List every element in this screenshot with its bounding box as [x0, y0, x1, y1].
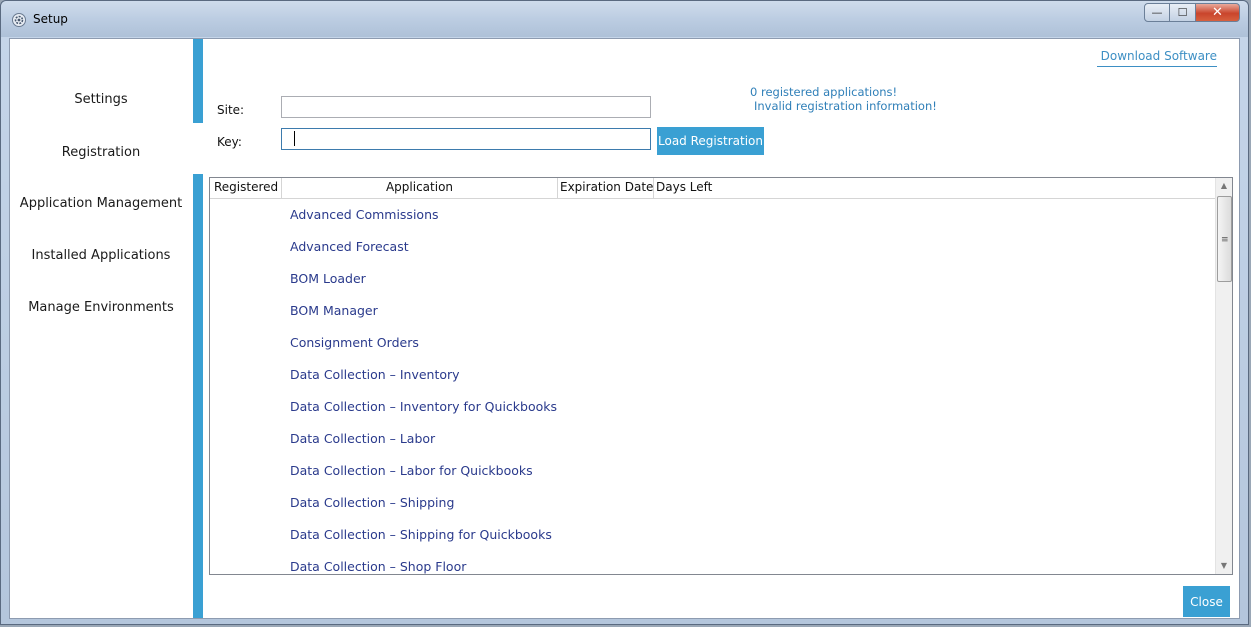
- close-button[interactable]: Close: [1183, 586, 1230, 617]
- minimize-icon: —: [1151, 6, 1163, 19]
- column-header-registered[interactable]: Registered: [210, 178, 282, 198]
- table-row[interactable]: Data Collection – Labor for Quickbooks: [210, 455, 1217, 487]
- column-header-expiration-date[interactable]: Expiration Date: [558, 178, 654, 198]
- close-icon: ✕: [1212, 5, 1223, 20]
- scroll-down-icon[interactable]: ▼: [1216, 558, 1232, 574]
- nav-accent-bar-top: [193, 39, 203, 123]
- grid-header: Registered Application Expiration Date D…: [210, 178, 1217, 199]
- column-header-days-left[interactable]: Days Left: [654, 178, 714, 198]
- registration-status: 0 registered applications! Invalid regis…: [750, 85, 937, 113]
- sidebar-nav: Settings Registration Application Manage…: [10, 39, 192, 618]
- title-bar[interactable]: Setup — ☐ ✕: [1, 1, 1248, 37]
- table-row[interactable]: Data Collection – Labor: [210, 423, 1217, 455]
- nav-accent-bar-bottom: [193, 174, 203, 618]
- load-registration-button[interactable]: Load Registration: [657, 127, 764, 155]
- sidebar-item-manage-environments[interactable]: Manage Environments: [10, 300, 192, 315]
- table-row[interactable]: BOM Loader: [210, 263, 1217, 295]
- column-header-application[interactable]: Application: [282, 178, 558, 198]
- status-invalid-info: Invalid registration information!: [754, 99, 937, 113]
- grip-icon: ≡: [1221, 235, 1229, 245]
- sidebar-item-label: Registration: [61, 145, 141, 160]
- text-caret: [294, 131, 295, 146]
- window-controls: — ☐ ✕: [1144, 3, 1240, 23]
- status-registered-count: 0 registered applications!: [750, 85, 898, 99]
- site-label: Site:: [217, 103, 245, 117]
- sidebar-item-installed-applications[interactable]: Installed Applications: [10, 248, 192, 263]
- sidebar-item-label: Application Management: [19, 196, 183, 211]
- client-area: Settings Registration Application Manage…: [9, 38, 1240, 619]
- scrollbar-thumb[interactable]: ≡: [1217, 196, 1232, 282]
- maximize-button[interactable]: ☐: [1170, 3, 1196, 22]
- sidebar-item-label: Manage Environments: [28, 300, 174, 315]
- key-input[interactable]: [281, 128, 651, 150]
- table-row[interactable]: Data Collection – Shop Floor: [210, 551, 1217, 574]
- table-row[interactable]: Data Collection – Inventory for Quickboo…: [210, 391, 1217, 423]
- applications-grid: Registered Application Expiration Date D…: [209, 177, 1233, 575]
- site-input[interactable]: [281, 96, 651, 118]
- sidebar-item-label: Installed Applications: [31, 248, 171, 263]
- maximize-icon: ☐: [1177, 6, 1188, 19]
- download-software-link[interactable]: Download Software: [1097, 49, 1217, 67]
- key-label: Key:: [217, 135, 242, 149]
- sidebar-item-application-management[interactable]: Application Management: [10, 196, 192, 211]
- minimize-button[interactable]: —: [1144, 3, 1170, 22]
- gear-icon: [12, 13, 26, 27]
- sidebar-item-label: Settings: [74, 92, 128, 107]
- close-window-button[interactable]: ✕: [1196, 3, 1240, 22]
- sidebar-item-registration[interactable]: Registration: [10, 145, 192, 160]
- table-row[interactable]: Advanced Commissions: [210, 199, 1217, 231]
- table-row[interactable]: Data Collection – Inventory: [210, 359, 1217, 391]
- table-row[interactable]: Data Collection – Shipping: [210, 487, 1217, 519]
- setup-window: Setup — ☐ ✕ Settings Registration Applic…: [0, 0, 1249, 625]
- scroll-up-icon[interactable]: ▲: [1216, 178, 1232, 194]
- window-title: Setup: [33, 12, 68, 26]
- table-row[interactable]: Advanced Forecast: [210, 231, 1217, 263]
- table-row[interactable]: Consignment Orders: [210, 327, 1217, 359]
- vertical-scrollbar[interactable]: ▲ ≡ ▼: [1215, 178, 1232, 574]
- table-row[interactable]: Data Collection – Shipping for Quickbook…: [210, 519, 1217, 551]
- grid-rows: Advanced Commissions Advanced Forecast B…: [210, 199, 1217, 574]
- sidebar-item-settings[interactable]: Settings: [10, 92, 192, 107]
- table-row[interactable]: BOM Manager: [210, 295, 1217, 327]
